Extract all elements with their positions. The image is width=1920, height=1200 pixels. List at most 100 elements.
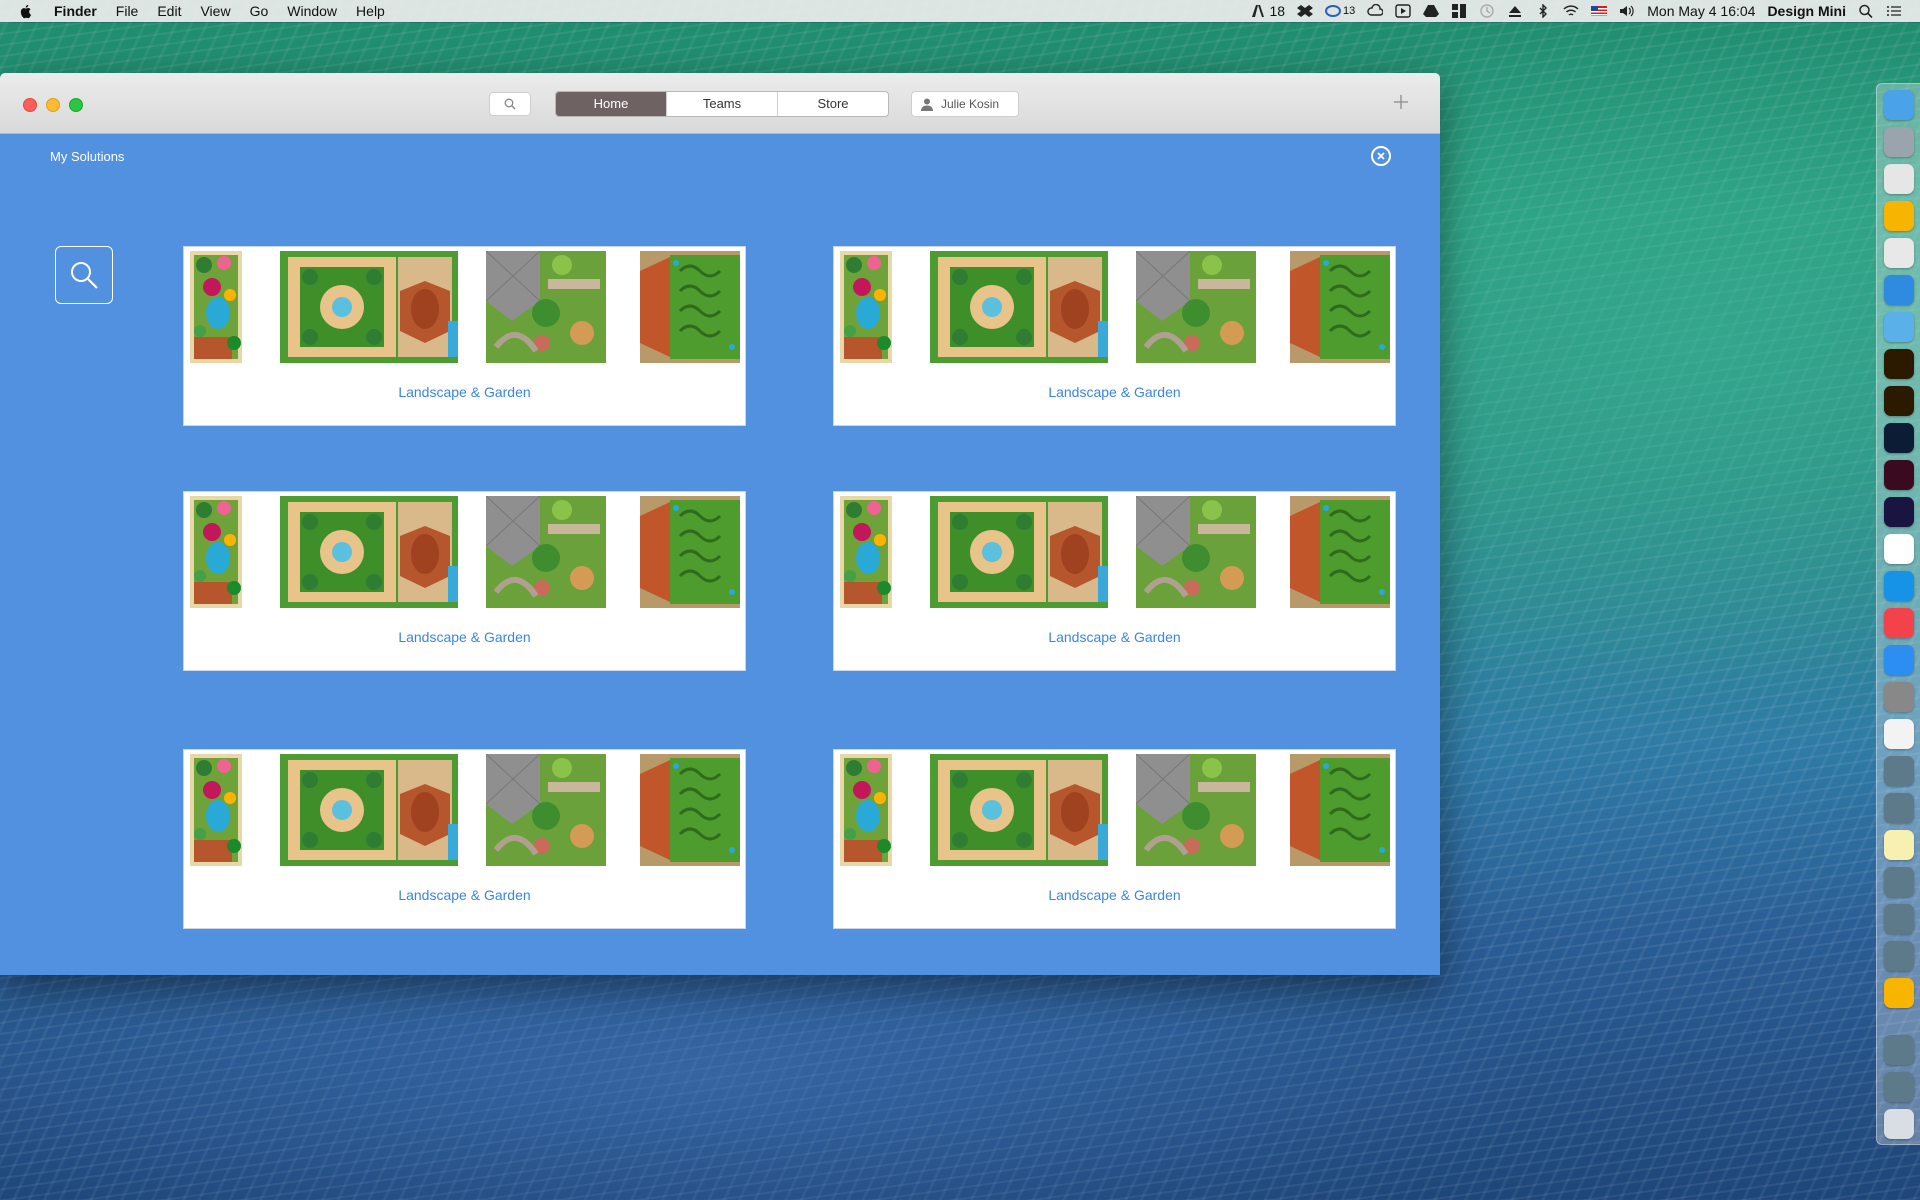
grid-app-icon[interactable] [1451,4,1467,18]
menubar-clock[interactable]: Mon May 4 16:04 [1647,3,1755,19]
solution-card[interactable]: Landscape & Garden [183,246,746,426]
dock-app-icon[interactable] [1884,904,1914,934]
solutions-content: My Solutions Landscape & Garden Landscap… [0,134,1440,975]
solution-label[interactable]: Landscape & Garden [834,887,1395,903]
solution-label[interactable]: Landscape & Garden [184,384,745,400]
dock-notes-icon[interactable] [1884,830,1914,860]
solution-label[interactable]: Landscape & Garden [184,629,745,645]
tab-store[interactable]: Store [777,92,888,116]
cloud-icon[interactable] [1367,4,1384,18]
search-icon [71,262,98,289]
garden-thumbnail-3 [1136,251,1256,363]
dock-app-icon[interactable] [1884,1072,1914,1102]
minimize-window-button[interactable] [46,98,60,112]
nav-tabs: Home Teams Store [555,91,889,117]
dock-app-icon[interactable] [1884,867,1914,897]
dock-system-preferences-icon[interactable] [1884,682,1914,712]
garden-thumbnail-2 [280,754,458,866]
garden-thumbnail-3 [486,251,606,363]
close-window-button[interactable] [23,98,37,112]
garden-thumbnail-3 [486,754,606,866]
dock-finder-icon[interactable] [1884,90,1914,120]
dock-chrome-icon[interactable] [1884,238,1914,268]
solution-card[interactable]: Landscape & Garden [183,749,746,929]
tab-teams[interactable]: Teams [666,92,777,116]
plus-icon [1394,95,1408,109]
dock-photos-icon[interactable] [1884,719,1914,749]
creative-cloud-status[interactable]: 13 [1325,4,1355,18]
spotlight-icon[interactable] [1858,4,1874,18]
dock-app-store-icon[interactable] [1884,645,1914,675]
add-button[interactable] [1393,90,1409,116]
solution-label[interactable]: Landscape & Garden [184,887,745,903]
notification-center-icon[interactable] [1886,4,1902,18]
garden-thumbnail-2 [930,754,1108,866]
apple-icon[interactable] [18,3,34,19]
tab-home[interactable]: Home [556,92,666,116]
solution-label[interactable]: Landscape & Garden [834,384,1395,400]
app-window: Home Teams Store Julie Kosin My Solution… [0,73,1440,975]
garden-thumbnail-1 [840,496,892,608]
dock-app-icon[interactable] [1884,941,1914,971]
garden-thumbnail-4 [640,754,740,866]
dock-illustrator-icon[interactable] [1884,349,1914,379]
garden-thumbnail-2 [930,496,1108,608]
dock-photoshop-icon[interactable] [1884,423,1914,453]
dropbox-icon[interactable] [1297,4,1314,18]
solution-card[interactable]: Landscape & Garden [833,246,1396,426]
solutions-search-button[interactable] [55,246,113,304]
menu-help[interactable]: Help [356,3,385,19]
close-icon [1377,152,1385,160]
garden-thumbnail-2 [930,251,1108,363]
dock-shazam-icon[interactable] [1884,571,1914,601]
dock-app-icon[interactable] [1884,1035,1914,1065]
dock-itunes-icon[interactable] [1884,608,1914,638]
dock-sketch-icon[interactable] [1884,201,1914,231]
menu-window[interactable]: Window [287,3,337,19]
screen-record-icon[interactable] [1395,4,1411,18]
us-flag-icon[interactable] [1591,4,1608,18]
adobe-status[interactable]: 18 [1250,3,1285,19]
garden-thumbnail-4 [1290,754,1390,866]
garden-thumbnail-3 [486,496,606,608]
solution-label[interactable]: Landscape & Garden [834,629,1395,645]
dock-indesign-icon[interactable] [1884,460,1914,490]
solution-card[interactable]: Landscape & Garden [183,491,746,671]
time-machine-icon[interactable] [1479,4,1495,18]
garden-thumbnail-4 [640,496,740,608]
user-icon [921,98,933,111]
menu-go[interactable]: Go [250,3,269,19]
dock-word-icon[interactable] [1884,534,1914,564]
dock-illustrator-icon[interactable] [1884,386,1914,416]
menu-app-name[interactable]: Finder [54,3,97,19]
solution-thumbnails [834,247,1395,367]
dock-mail-icon[interactable] [1884,312,1914,342]
zoom-window-button[interactable] [69,98,83,112]
dock-safari-icon[interactable] [1884,275,1914,305]
dock-app-icon[interactable] [1884,793,1914,823]
wifi-icon[interactable] [1563,4,1579,18]
menu-view[interactable]: View [200,3,230,19]
dock-after-effects-icon[interactable] [1884,497,1914,527]
dock-app-icon[interactable] [1884,756,1914,786]
window-controls [23,98,83,112]
solution-card[interactable]: Landscape & Garden [833,749,1396,929]
bluetooth-icon[interactable] [1535,4,1551,18]
dock-trash-icon[interactable] [1884,1109,1914,1139]
eject-icon[interactable] [1507,4,1523,18]
volume-icon[interactable] [1619,4,1635,18]
dock-launchpad-icon[interactable] [1884,127,1914,157]
dock-skype-icon[interactable] [1884,164,1914,194]
solution-card[interactable]: Landscape & Garden [833,491,1396,671]
solution-thumbnails [834,750,1395,870]
dock-sketch-icon[interactable] [1884,978,1914,1008]
search-icon [504,98,516,110]
account-name: Julie Kosin [941,97,1000,111]
close-section-button[interactable] [1371,146,1391,166]
menu-edit[interactable]: Edit [157,3,181,19]
google-drive-icon[interactable] [1423,4,1440,18]
account-button[interactable]: Julie Kosin [911,91,1019,117]
toolbar-search-button[interactable] [489,92,531,116]
menubar-user[interactable]: Design Mini [1767,3,1846,19]
menu-file[interactable]: File [116,3,139,19]
